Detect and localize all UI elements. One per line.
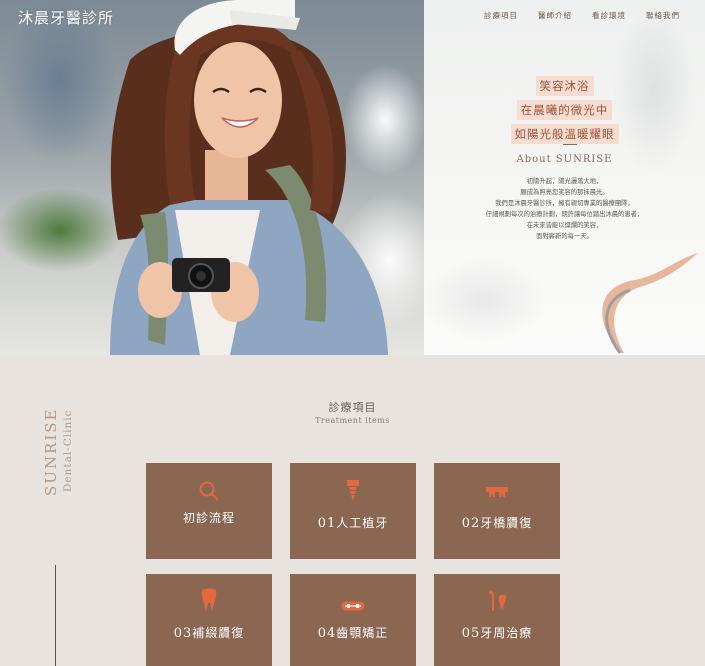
card-label: 03補綴贗復 — [173, 626, 245, 641]
card-prosthesis[interactable]: 03補綴贗復 — [146, 574, 272, 666]
card-label: 05牙周治療 — [461, 626, 533, 641]
main-nav: 診療項目 醫師介紹 看診環境 聯絡我們 — [484, 10, 700, 21]
woman-with-camera-illustration — [110, 0, 388, 355]
tooth-crown-icon — [146, 588, 272, 616]
divider — [563, 144, 577, 145]
nav-item-environment[interactable]: 看診環境 — [592, 10, 626, 21]
hero-photo — [0, 0, 424, 355]
search-icon — [146, 480, 272, 506]
card-periodontal[interactable]: 05牙周治療 — [434, 574, 560, 666]
hero-tagline: 笑容沐浴 在晨曦的微光中 如陽光般溫暖耀眼 — [424, 74, 705, 146]
card-label: 01人工植牙 — [317, 516, 389, 531]
card-label: 初診流程 — [182, 511, 235, 525]
tagline-line-1: 笑容沐浴 — [535, 76, 594, 96]
side-vertical-line — [55, 565, 56, 666]
hero-section: 沐晨牙醫診所 診療項目 醫師介紹 看診環境 聯絡我們 笑容沐浴 在晨曦的微光中 … — [0, 0, 705, 355]
about-line: 我們是沐晨牙醫診所，擁有親切專業的醫療團隊， — [495, 200, 634, 208]
about-line: 面對嶄新的每一天。 — [536, 233, 593, 241]
dental-bridge-icon — [434, 483, 560, 502]
card-label: 04齒顎矯正 — [317, 626, 389, 641]
card-first-visit[interactable]: 初診流程 — [146, 463, 272, 559]
nav-item-contact[interactable]: 聯絡我們 — [646, 10, 680, 21]
about-line: 仔細規劃每次的治療計劃，期許讓每位踏出沐晨的患者， — [485, 211, 644, 219]
card-label: 02牙橋贗復 — [461, 516, 533, 531]
nav-item-treatments[interactable]: 診療項目 — [484, 10, 518, 21]
about-line: 願成為照亮您笑容的那抹晨光。 — [520, 189, 609, 197]
page: 沐晨牙醫診所 診療項目 醫師介紹 看診環境 聯絡我們 笑容沐浴 在晨曦的微光中 … — [0, 0, 705, 666]
about-line: 在未來皆能以燦爛的笑容， — [526, 222, 603, 230]
nav-item-doctors[interactable]: 醫師介紹 — [538, 10, 572, 21]
site-logo[interactable]: 沐晨牙醫診所 — [18, 7, 114, 28]
braces-icon — [290, 596, 416, 615]
card-implant[interactable]: 01人工植牙 — [290, 463, 416, 559]
about-line: 初陽升起，陽光灑落大地， — [526, 178, 603, 185]
periodontal-tools-icon — [434, 588, 560, 616]
about-text: 初陽升起，陽光灑落大地， 願成為照亮您笑容的那抹晨光。 我們是沐晨牙醫診所，擁有… — [424, 176, 705, 243]
card-bridge[interactable]: 02牙橋贗復 — [434, 463, 560, 559]
section-subtitle: Treatment items — [315, 416, 390, 425]
card-orthodontics[interactable]: 04齒顎矯正 — [290, 574, 416, 666]
tagline-line-3: 如陽光般溫暖耀眼 — [510, 124, 619, 144]
section-title: 診療項目 — [328, 401, 377, 414]
tagline-line-2: 在晨曦的微光中 — [516, 100, 613, 120]
about-title: About SUNRISE — [516, 154, 613, 165]
dental-implant-icon — [290, 478, 416, 506]
ribbon-swirl-decoration — [602, 253, 698, 354]
